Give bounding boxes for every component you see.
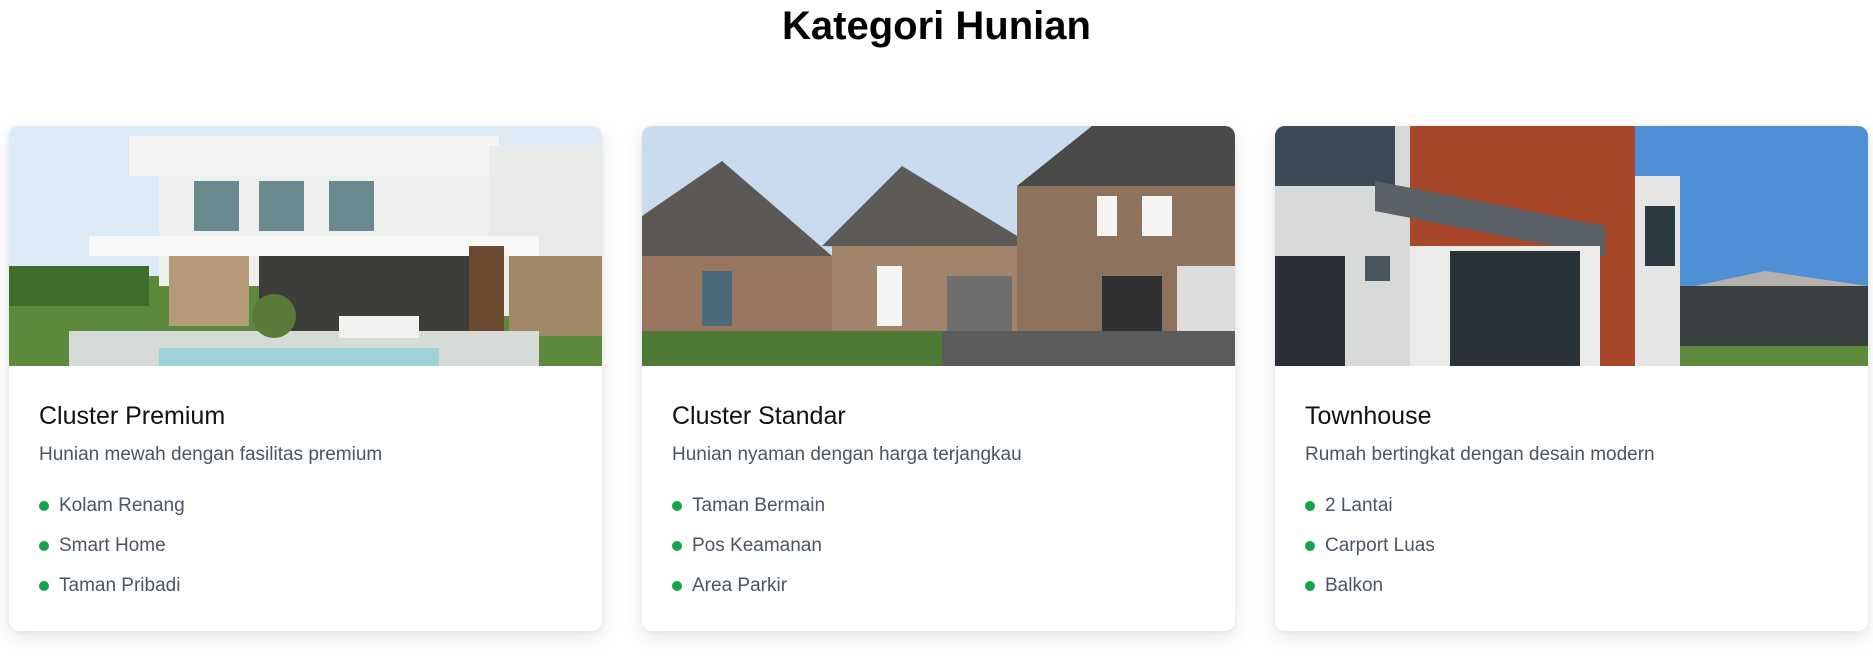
category-card-cluster-standar[interactable]: Cluster Standar Hunian nyaman dengan har… [642, 126, 1235, 631]
category-cards: Cluster Premium Hunian mewah dengan fasi… [0, 126, 1873, 631]
feature-item: Taman Pribadi [39, 566, 572, 606]
bullet-icon [672, 581, 682, 591]
category-card-townhouse[interactable]: Townhouse Rumah bertingkat dengan desain… [1275, 126, 1868, 631]
feature-item: Carport Luas [1305, 526, 1838, 566]
bullet-icon [1305, 501, 1315, 511]
feature-label: Taman Pribadi [59, 575, 181, 596]
suburban-houses-image [642, 126, 1235, 366]
feature-item: Area Parkir [672, 566, 1205, 606]
modern-townhouse-image [1275, 126, 1868, 366]
card-title: Cluster Standar [672, 402, 846, 430]
bullet-icon [1305, 541, 1315, 551]
feature-list: 2 Lantai Carport Luas Balkon [1305, 486, 1838, 606]
feature-item: Pos Keamanan [672, 526, 1205, 566]
bullet-icon [39, 501, 49, 511]
card-description: Hunian mewah dengan fasilitas premium [39, 444, 383, 465]
category-card-cluster-premium[interactable]: Cluster Premium Hunian mewah dengan fasi… [9, 126, 602, 631]
feature-item: Kolam Renang [39, 486, 572, 526]
modern-villa-image [9, 126, 602, 366]
feature-label: Pos Keamanan [692, 535, 822, 556]
bullet-icon [39, 581, 49, 591]
page-title: Kategori Hunian [782, 4, 1091, 48]
feature-list: Kolam Renang Smart Home Taman Pribadi [39, 486, 572, 606]
feature-label: Balkon [1325, 575, 1384, 596]
feature-label: Smart Home [59, 535, 166, 556]
feature-label: Area Parkir [692, 575, 788, 596]
feature-list: Taman Bermain Pos Keamanan Area Parkir [672, 486, 1205, 606]
feature-label: 2 Lantai [1325, 495, 1393, 516]
bullet-icon [672, 541, 682, 551]
card-description: Rumah bertingkat dengan desain modern [1305, 444, 1655, 465]
feature-item: Balkon [1305, 566, 1838, 606]
feature-item: Smart Home [39, 526, 572, 566]
bullet-icon [39, 541, 49, 551]
feature-item: Taman Bermain [672, 486, 1205, 526]
bullet-icon [1305, 581, 1315, 591]
card-description: Hunian nyaman dengan harga terjangkau [672, 444, 1022, 465]
feature-item: 2 Lantai [1305, 486, 1838, 526]
feature-label: Taman Bermain [692, 495, 826, 516]
feature-label: Carport Luas [1325, 535, 1435, 556]
card-title: Cluster Premium [39, 402, 226, 430]
feature-label: Kolam Renang [59, 495, 185, 516]
bullet-icon [672, 501, 682, 511]
card-title: Townhouse [1305, 402, 1432, 430]
